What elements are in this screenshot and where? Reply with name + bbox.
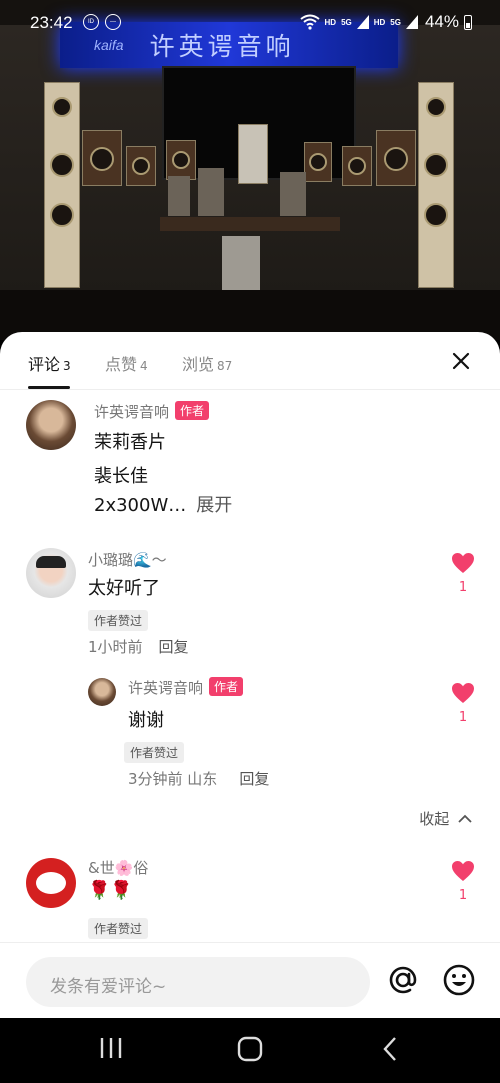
cd-stack-mid	[198, 168, 224, 216]
comment-item[interactable]: &世🌸俗 🌹🌹 作者赞过 1	[0, 856, 500, 946]
recent-apps-icon[interactable]	[98, 1036, 124, 1060]
home-icon[interactable]	[237, 1036, 263, 1062]
cd-stack-left	[168, 176, 190, 216]
tab-views-label: 浏览	[182, 355, 215, 374]
5g-label-2: 5G	[390, 17, 401, 27]
hd-label: HD	[324, 17, 337, 27]
reply-button[interactable]: 回复	[239, 770, 269, 788]
dialer-icon: ID	[83, 14, 99, 30]
tab-likes-count: 4	[140, 359, 148, 373]
heart-icon	[452, 553, 474, 573]
reply-meta: 3分钟前 山东 回复	[128, 768, 269, 789]
reply-button[interactable]: 回复	[159, 638, 189, 656]
comment-text: 太好听了	[88, 578, 160, 599]
avatar[interactable]	[26, 400, 76, 450]
comment-input-bar: 发条有爱评论~	[0, 942, 500, 1018]
mention-icon[interactable]	[386, 963, 420, 997]
close-icon[interactable]	[450, 350, 472, 372]
reply-author-name[interactable]: 许英谔音响 作者	[128, 677, 244, 698]
reply-author-text: 许英谔音响	[128, 679, 204, 697]
comment-input[interactable]: 发条有爱评论~	[26, 957, 370, 1007]
author-liked-tag: 作者赞过	[88, 610, 149, 631]
avatar[interactable]	[26, 858, 76, 908]
speaker-center-left	[166, 140, 196, 180]
comment-line: 裴长佳	[94, 466, 148, 487]
signal-icon	[356, 15, 369, 29]
like-button[interactable]: 1	[450, 552, 476, 595]
comment-author-name[interactable]: 小璐璐🌊〜	[88, 549, 167, 570]
battery-icon	[464, 14, 472, 30]
reply-item[interactable]: 许英谔音响 作者 谢谢 作者赞过 3分钟前 山东 回复 1	[0, 676, 500, 796]
speaker-left-small	[126, 146, 156, 186]
wifi-icon	[299, 14, 320, 30]
tab-likes-label: 点赞	[105, 355, 138, 374]
comment-line-truncated: 2x300W… 展开	[94, 491, 232, 517]
like-count: 1	[458, 888, 468, 903]
tab-likes[interactable]: 点赞 4	[105, 351, 148, 375]
hd-label-2: HD	[373, 17, 386, 27]
author-liked-tag: 作者赞过	[88, 918, 149, 939]
screen: kaifa 许英谔音响 23:42 ID — HD 5G HD 5G 44% 评…	[0, 0, 500, 1083]
clock: 23:42	[30, 13, 73, 32]
chevron-up-icon	[458, 814, 472, 823]
heart-icon	[452, 861, 474, 881]
comment-item[interactable]: 小璐璐🌊〜 太好听了 作者赞过 1小时前 回复 1	[0, 548, 500, 658]
amp-tower	[238, 124, 268, 184]
speaker-right-tall	[418, 82, 454, 288]
tab-comments[interactable]: 评论 3	[28, 351, 71, 375]
comment-sheet: 评论 3 点赞 4 浏览 87 许英谔音响 作者 茉莉香片 裴长佳 2x300W… 展开	[0, 332, 500, 1018]
avatar[interactable]	[88, 678, 116, 706]
comment-author-name[interactable]: 许英谔音响 作者	[94, 401, 210, 422]
tab-active-indicator	[28, 386, 70, 389]
comment-meta: 1小时前 回复	[88, 636, 189, 657]
speaker-right-mid	[376, 130, 416, 186]
battery-percent: 44%	[424, 12, 459, 31]
tab-comments-label: 评论	[28, 355, 61, 374]
comment-time: 1小时前	[88, 638, 143, 656]
truncated-text: 2x300W…	[94, 495, 187, 516]
minus-circle-icon: —	[105, 14, 121, 30]
navigation-bar	[0, 1018, 500, 1083]
like-button[interactable]: 1	[450, 860, 476, 903]
cd-stack-right	[280, 172, 306, 216]
author-badge: 作者	[175, 401, 210, 420]
speaker-left-tall	[44, 82, 80, 288]
collapse-label: 收起	[419, 810, 450, 828]
tab-views-count: 87	[217, 359, 233, 373]
tab-bar: 评论 3 点赞 4 浏览 87	[0, 332, 500, 390]
comment-item[interactable]: 许英谔音响 作者 茉莉香片 裴长佳 2x300W… 展开	[0, 400, 500, 520]
emoji-icon[interactable]	[442, 963, 476, 997]
author-badge: 作者	[209, 677, 244, 696]
author-liked-tag: 作者赞过	[124, 742, 185, 763]
comment-line: 茉莉香片	[94, 432, 166, 453]
comment-text: 🌹🌹	[88, 880, 133, 901]
equipment-table	[160, 217, 340, 231]
reply-text: 谢谢	[128, 710, 164, 731]
like-button[interactable]: 1	[450, 682, 476, 725]
author-name-text: 许英谔音响	[94, 403, 170, 421]
back-icon[interactable]	[380, 1036, 400, 1062]
like-count: 1	[458, 710, 468, 725]
tab-views[interactable]: 浏览 87	[182, 351, 232, 375]
collapse-replies[interactable]: 收起	[419, 808, 472, 829]
expand-link[interactable]: 展开	[196, 495, 232, 516]
like-count: 1	[458, 580, 468, 595]
speaker-left-mid	[82, 130, 122, 186]
speaker-right-small	[342, 146, 372, 186]
heart-icon	[452, 683, 474, 703]
status-right-icons: HD 5G HD 5G 44%	[299, 12, 472, 32]
status-bar: 23:42 ID — HD 5G HD 5G 44%	[0, 0, 500, 46]
comment-author-name[interactable]: &世🌸俗	[88, 857, 148, 878]
status-left-icons: ID —	[83, 14, 121, 30]
signal-icon-2	[405, 15, 418, 29]
5g-label: 5G	[341, 17, 352, 27]
speaker-center-right	[304, 142, 332, 182]
video-player[interactable]: kaifa 许英谔音响	[0, 0, 500, 340]
avatar[interactable]	[26, 548, 76, 598]
tab-comments-count: 3	[63, 359, 71, 373]
reply-time: 3分钟前 山东	[128, 770, 218, 788]
